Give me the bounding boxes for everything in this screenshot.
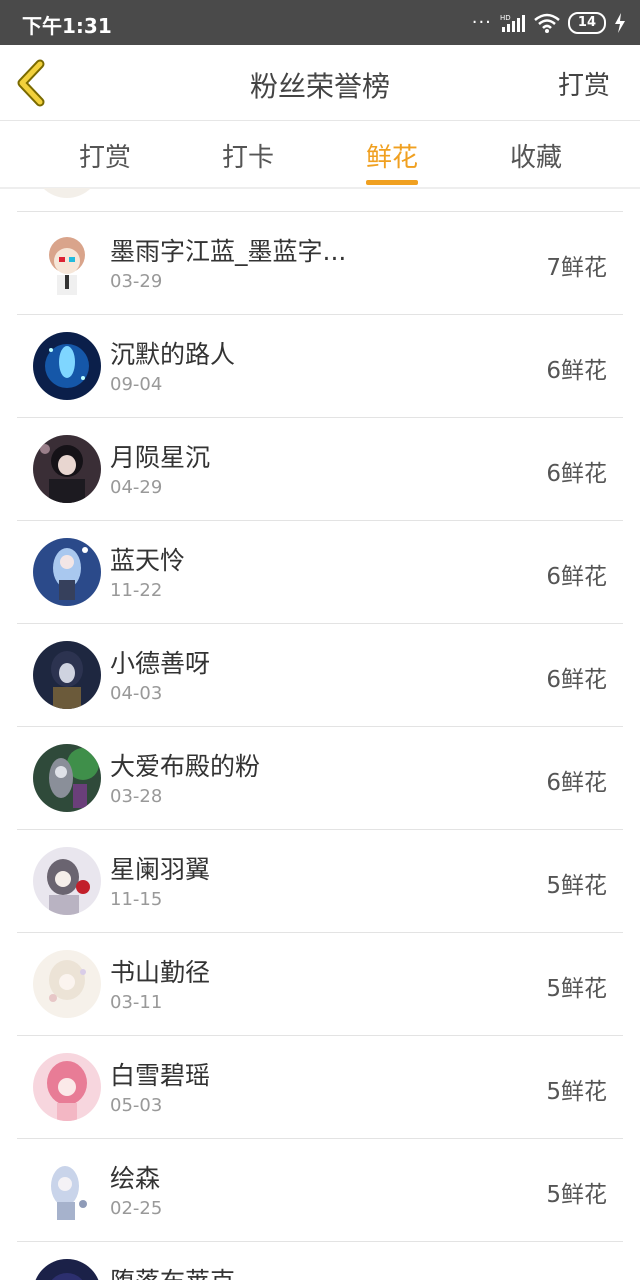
user-name: 书山勤径 [110,958,211,987]
flower-count: 5鲜花 [546,1079,607,1105]
user-date: 11-22 [110,580,163,601]
flower-count: 6鲜花 [546,358,607,384]
tab-tips[interactable]: 打赏 [55,137,155,174]
list-item[interactable]: 书山勤径 03-11 5鲜花 [17,932,623,1035]
user-date: 09-04 [110,374,163,395]
battery-indicator: 14 [567,12,606,34]
avatar [33,1053,101,1121]
more-dots-icon: ··· [471,12,492,33]
avatar [33,229,101,297]
charging-icon [615,13,625,33]
tip-button[interactable]: 打赏 [558,65,610,102]
signal-icon: HD [500,14,525,32]
status-bar: 下午1:31 ··· HD 14 [0,0,640,45]
page-title: 粉丝荣誉榜 [249,70,390,103]
tab-checkin[interactable]: 打卡 [198,137,298,174]
flower-count: 7鲜花 [546,255,607,281]
user-date: 02-25 [110,1198,163,1219]
list-item[interactable]: 绘森 02-25 5鲜花 [17,1138,623,1241]
user-name: 月陨星沉 [110,443,211,472]
list-item[interactable]: 白雪碧瑶 05-03 5鲜花 [17,1035,623,1138]
svg-text:HD: HD [500,14,511,22]
user-name: 白雪碧瑶 [110,1061,211,1090]
status-time: 下午1:31 [22,14,112,38]
user-date: 03-28 [110,786,163,807]
wifi-icon [534,13,560,33]
ranking-list: 墨雨字江蓝_墨蓝字... 03-29 7鲜花 沉默的路人 09-04 6鲜花 月… [0,188,640,1280]
user-date: 04-03 [110,683,163,704]
user-date: 03-11 [110,992,163,1013]
user-name: 星阑羽翼 [110,855,211,884]
user-name: 蓝天怜 [110,546,186,575]
user-name: 堕落布莱克 [110,1262,235,1280]
list-item[interactable]: 小德善呀 04-03 6鲜花 [17,623,623,726]
user-date: 05-03 [110,1095,163,1116]
avatar [33,950,101,1018]
user-name: 小德善呀 [110,649,211,678]
app-header: 粉丝荣誉榜 打赏 [0,45,640,121]
user-date: 04-29 [110,477,163,498]
user-name: 墨雨字江蓝_墨蓝字... [110,237,347,266]
active-tab-indicator [366,180,418,185]
flower-count: 5鲜花 [546,873,607,899]
list-item[interactable]: 墨雨字江蓝_墨蓝字... 03-29 7鲜花 [17,211,623,314]
tab-flowers[interactable]: 鲜花 [342,137,442,174]
list-item[interactable]: 蓝天怜 11-22 6鲜花 [17,520,623,623]
list-item[interactable]: 堕落布莱克 [17,1241,623,1280]
avatar [33,538,101,606]
list-item[interactable]: 月陨星沉 04-29 6鲜花 [17,417,623,520]
flower-count: 6鲜花 [546,770,607,796]
user-name: 沉默的路人 [110,340,236,369]
status-icons: ··· HD 14 [472,10,626,36]
avatar [33,1156,101,1224]
tab-favorites[interactable]: 收藏 [486,137,586,174]
flower-count: 6鲜花 [546,564,607,590]
list-item[interactable]: 大爱布殿的粉 03-28 6鲜花 [17,726,623,829]
user-date: 11-15 [110,889,163,910]
tab-bar: 打赏 打卡 鲜花 收藏 [0,121,640,189]
flower-count: 5鲜花 [546,1182,607,1208]
flower-count: 6鲜花 [546,667,607,693]
avatar [33,1259,101,1280]
flower-count: 6鲜花 [546,461,607,487]
partial-avatar [33,188,101,198]
avatar [33,641,101,709]
avatar [33,435,101,503]
avatar [33,847,101,915]
avatar [33,332,101,400]
user-name: 绘森 [110,1164,161,1193]
user-name: 大爱布殿的粉 [110,752,261,781]
user-date: 03-29 [110,271,163,292]
flower-count: 5鲜花 [546,976,607,1002]
list-item[interactable]: 星阑羽翼 11-15 5鲜花 [17,829,623,932]
list-item[interactable]: 沉默的路人 09-04 6鲜花 [17,314,623,417]
avatar [33,744,101,812]
